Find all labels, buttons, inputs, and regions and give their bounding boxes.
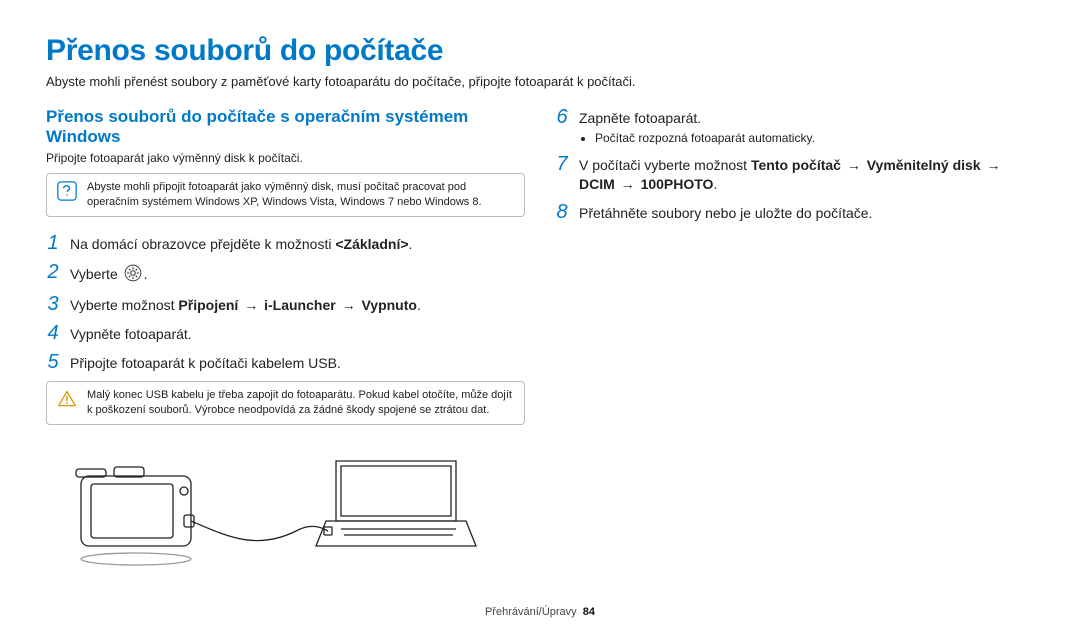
step-2: 2 Vyberte . (46, 262, 525, 287)
step-number: 1 (46, 233, 60, 253)
step-text: Vypněte fotoaparát. (70, 323, 192, 344)
page-intro: Abyste mohli přenést soubory z paměťové … (46, 74, 1034, 89)
step-text-post: . (417, 297, 421, 313)
step-4: 4 Vypněte fotoaparát. (46, 323, 525, 344)
left-column: Přenos souborů do počítače s operačním s… (46, 107, 525, 576)
step-text-post: . (144, 266, 148, 282)
step-8: 8 Přetáhněte soubory nebo je uložte do p… (555, 202, 1034, 223)
arrow-icon: → (340, 297, 358, 313)
step-text: Vyberte možnost (70, 297, 178, 313)
step-text-post: . (409, 236, 413, 252)
step-number: 6 (555, 107, 569, 127)
steps-left: 1 Na domácí obrazovce přejděte k možnost… (46, 233, 525, 373)
step-bold: Vypnuto (361, 297, 416, 313)
step-text-post: . (713, 176, 717, 192)
arrow-icon: → (845, 157, 863, 173)
step-number: 4 (46, 323, 60, 343)
step-text: V počítači vyberte možnost (579, 157, 751, 173)
step-bold: DCIM (579, 176, 615, 192)
step-3: 3 Vyberte možnost Připojení → i-Launcher… (46, 294, 525, 315)
step-text: Vyberte (70, 266, 122, 282)
info-note-text: Abyste mohli připojit fotoaparát jako vý… (87, 180, 514, 210)
step-number: 2 (46, 262, 60, 282)
arrow-icon: → (242, 297, 260, 313)
footer-page-number: 84 (583, 606, 595, 618)
step-number: 7 (555, 154, 569, 174)
step-bold: Připojení (178, 297, 238, 313)
step-text: Připojte fotoaparát k počítači kabelem U… (70, 352, 341, 373)
warning-note: Malý konec USB kabelu je třeba zapojit d… (46, 381, 525, 425)
arrow-icon: → (619, 176, 637, 192)
step-bold: 100PHOTO (641, 176, 714, 192)
arrow-icon: → (984, 157, 1002, 173)
info-icon (57, 181, 77, 206)
warning-note-text: Malý konec USB kabelu je třeba zapojit d… (87, 388, 514, 418)
step-6: 6 Zapněte fotoaparát. Počítač rozpozná f… (555, 107, 1034, 146)
step-text: Přetáhněte soubory nebo je uložte do poč… (579, 202, 872, 223)
step-1: 1 Na domácí obrazovce přejděte k možnost… (46, 233, 525, 254)
content-columns: Přenos souborů do počítače s operačním s… (46, 107, 1034, 576)
step-bullet: Počítač rozpozná fotoaparát automaticky. (595, 130, 815, 146)
manual-page: Přenos souborů do počítače Abyste mohli … (0, 0, 1080, 630)
step-number: 5 (46, 352, 60, 372)
step-bold: Tento počítač (751, 157, 841, 173)
warning-icon (57, 389, 77, 414)
step-number: 8 (555, 202, 569, 222)
footer-section: Přehrávání/Úpravy (485, 606, 577, 618)
right-column: 6 Zapněte fotoaparát. Počítač rozpozná f… (555, 107, 1034, 576)
gear-icon (124, 264, 142, 287)
step-bullets: Počítač rozpozná fotoaparát automaticky. (595, 130, 815, 146)
step-number: 3 (46, 294, 60, 314)
step-text: Na domácí obrazovce přejděte k možnosti (70, 236, 335, 252)
steps-right: 6 Zapněte fotoaparát. Počítač rozpozná f… (555, 107, 1034, 223)
page-title: Přenos souborů do počítače (46, 34, 1034, 68)
info-note: Abyste mohli připojit fotoaparát jako vý… (46, 173, 525, 217)
step-bold: i-Launcher (264, 297, 336, 313)
section-heading: Přenos souborů do počítače s operačním s… (46, 107, 525, 147)
step-7: 7 V počítači vyberte možnost Tento počít… (555, 154, 1034, 194)
section-subtext: Připojte fotoaparát jako výměnný disk k … (46, 151, 525, 165)
step-bold: Vyměnitelný disk (867, 157, 981, 173)
camera-laptop-illustration (46, 441, 525, 576)
step-text: Zapněte fotoaparát. (579, 110, 701, 126)
page-footer: Přehrávání/Úpravy 84 (0, 606, 1080, 618)
step-bold: <Základní> (335, 236, 408, 252)
step-5: 5 Připojte fotoaparát k počítači kabelem… (46, 352, 525, 373)
